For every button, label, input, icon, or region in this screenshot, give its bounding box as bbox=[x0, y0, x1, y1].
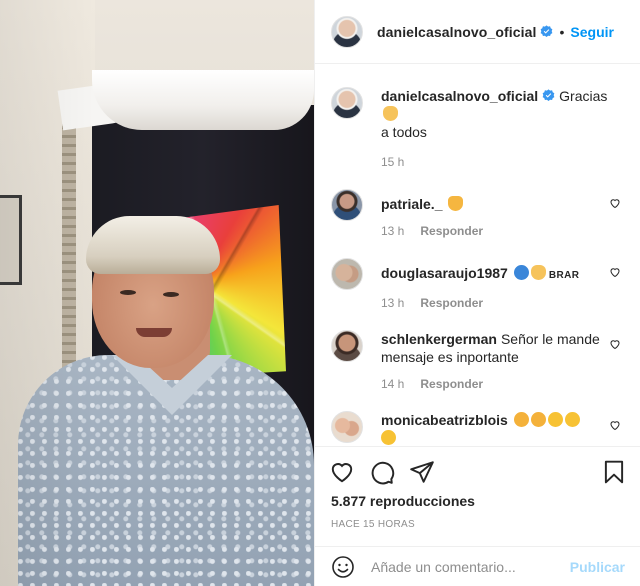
face-blowing-kiss-emoji-icon bbox=[564, 412, 580, 427]
raising-hands-emoji-icon bbox=[448, 196, 464, 211]
comment-bubble-icon[interactable] bbox=[369, 459, 395, 485]
commenter-username[interactable]: monicabeatrizblois bbox=[381, 412, 508, 428]
commenter-avatar[interactable] bbox=[331, 258, 363, 290]
commenter-avatar[interactable] bbox=[331, 411, 363, 443]
caption-time[interactable]: 15 h bbox=[381, 155, 404, 169]
share-paper-plane-icon[interactable] bbox=[409, 459, 435, 485]
caption-meta: 15 h bbox=[381, 155, 625, 169]
caption-body: Gracias bbox=[559, 88, 608, 104]
comment-item: monicabeatrizblois bbox=[315, 411, 640, 446]
commenter-username[interactable]: douglasaraujo1987 bbox=[381, 265, 508, 281]
video-person-mouth bbox=[136, 328, 172, 337]
post-actions: 5.877 reproducciones HACE 15 HORAS bbox=[315, 446, 640, 542]
like-comment-heart-icon[interactable] bbox=[609, 197, 621, 209]
blue-heart-emoji-icon bbox=[513, 265, 529, 280]
commenter-username[interactable]: patriale._ bbox=[381, 196, 442, 212]
comment-text: schlenkergerman Señor le mande mensaje es… bbox=[381, 330, 625, 366]
reply-button[interactable]: Responder bbox=[420, 224, 483, 238]
header-separator: • bbox=[559, 23, 565, 40]
video-player[interactable] bbox=[0, 0, 314, 586]
reply-button[interactable]: Responder bbox=[420, 377, 483, 391]
author-username[interactable]: danielcasalnovo_oficial bbox=[377, 24, 536, 40]
author-avatar[interactable] bbox=[331, 15, 363, 48]
follow-button[interactable]: Seguir bbox=[570, 24, 614, 40]
caption-avatar[interactable] bbox=[331, 87, 363, 119]
caption-text: danielcasalnovo_oficial Gracias a todos bbox=[381, 87, 625, 141]
caption-body-line2: a todos bbox=[381, 124, 427, 140]
video-person-eye bbox=[163, 292, 179, 297]
like-comment-heart-icon[interactable] bbox=[609, 266, 621, 278]
face-blowing-kiss-emoji-icon bbox=[547, 412, 563, 427]
commenter-username[interactable]: schlenkergerman bbox=[381, 331, 497, 347]
comment-composer: Publicar bbox=[315, 546, 640, 586]
like-comment-heart-icon[interactable] bbox=[609, 338, 621, 350]
comment-item: douglasaraujo1987 BRAR 13 h Responder bbox=[315, 258, 640, 310]
clapping-hands-emoji-icon bbox=[513, 412, 529, 427]
post-timestamp[interactable]: HACE 15 HORAS bbox=[315, 519, 640, 530]
video-person-eye bbox=[120, 290, 136, 295]
comment-text: douglasaraujo1987 BRAR bbox=[381, 264, 625, 285]
publish-button[interactable]: Publicar bbox=[570, 559, 625, 575]
comment-extra-text: BRAR bbox=[548, 270, 580, 281]
caption-username[interactable]: danielcasalnovo_oficial bbox=[381, 88, 538, 104]
comment-item: patriale._ 13 h Responder bbox=[315, 189, 640, 238]
verified-badge-icon bbox=[542, 89, 555, 102]
commenter-avatar[interactable] bbox=[331, 330, 363, 362]
post-sidebar: danielcasalnovo_oficial • Seguir danielc… bbox=[314, 0, 640, 586]
comment-text: monicabeatrizblois bbox=[381, 411, 625, 446]
reply-button[interactable]: Responder bbox=[420, 296, 483, 310]
comment-input[interactable] bbox=[371, 558, 570, 575]
views-count[interactable]: 5.877 reproducciones bbox=[315, 493, 640, 509]
video-rope bbox=[62, 120, 76, 400]
action-bar bbox=[315, 447, 640, 497]
comment-meta: 13 h Responder bbox=[381, 224, 625, 238]
face-blowing-kiss-emoji-icon bbox=[381, 430, 396, 445]
caption: danielcasalnovo_oficial Gracias a todos 1… bbox=[315, 87, 640, 169]
comments-list[interactable]: danielcasalnovo_oficial Gracias a todos 1… bbox=[315, 65, 640, 446]
commenter-avatar[interactable] bbox=[331, 189, 363, 221]
like-comment-heart-icon[interactable] bbox=[609, 419, 621, 431]
comment-time[interactable]: 13 h bbox=[381, 224, 404, 238]
video-wall-frame bbox=[0, 195, 22, 285]
comment-meta: 13 h Responder bbox=[381, 296, 625, 310]
folded-hands-emoji-icon bbox=[383, 106, 398, 121]
comment-time[interactable]: 14 h bbox=[381, 377, 404, 391]
comment-item: schlenkergerman Señor le mande mensaje es… bbox=[315, 330, 640, 391]
folded-hands-emoji-icon bbox=[530, 265, 546, 280]
emoji-smiley-icon[interactable] bbox=[331, 555, 355, 579]
comment-meta: 14 h Responder bbox=[381, 377, 625, 391]
video-person-hair bbox=[86, 216, 220, 274]
comment-text: patriale._ bbox=[381, 195, 625, 213]
video-curtain-fold bbox=[92, 70, 314, 130]
like-heart-icon[interactable] bbox=[329, 459, 355, 485]
verified-badge-icon bbox=[541, 25, 553, 38]
post-header: danielcasalnovo_oficial • Seguir bbox=[315, 0, 640, 64]
save-bookmark-icon[interactable] bbox=[601, 459, 627, 485]
clapping-hands-emoji-icon bbox=[530, 412, 546, 427]
comment-time[interactable]: 13 h bbox=[381, 296, 404, 310]
